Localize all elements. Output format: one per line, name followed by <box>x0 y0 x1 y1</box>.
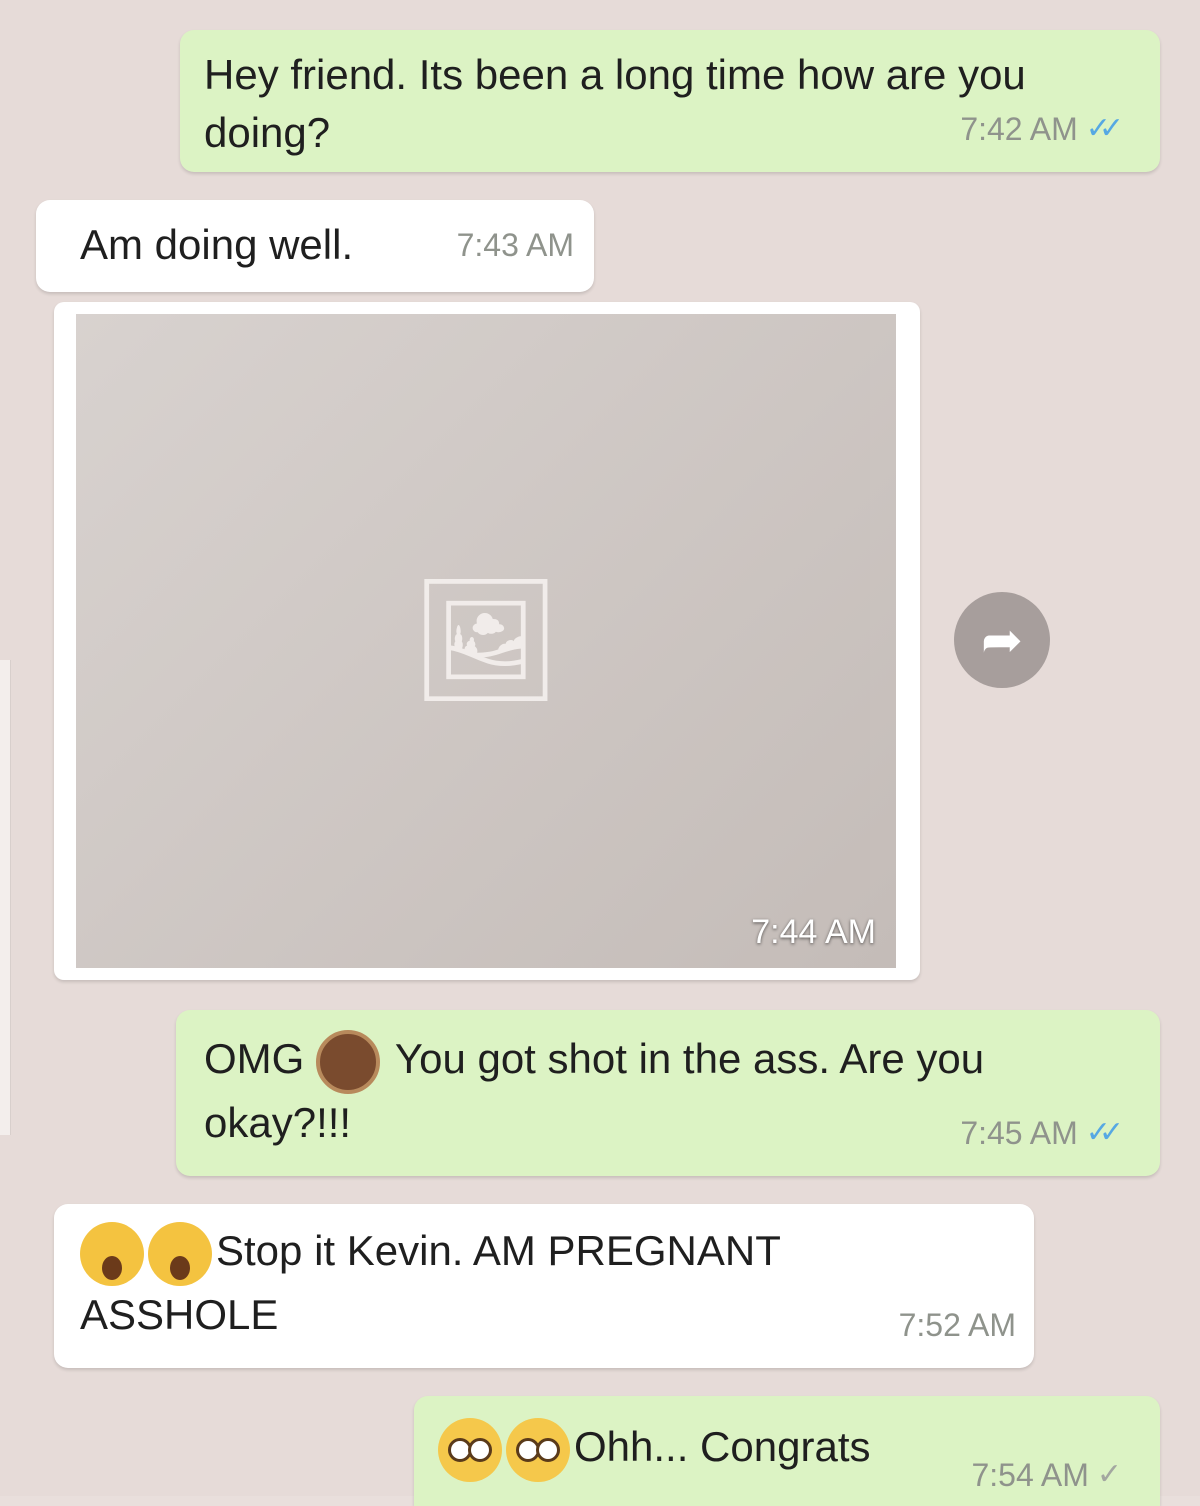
woman-emoji-icon <box>316 1030 380 1094</box>
photo-icon: 🖼 <box>409 573 563 707</box>
message-time: 7:45 AM <box>960 1115 1078 1151</box>
face-screaming-emoji-icon <box>80 1222 144 1286</box>
message-bubble-outgoing[interactable]: Ohh... Congrats 7:54 AM ✓ <box>414 1396 1160 1506</box>
message-time: 7:43 AM <box>456 227 574 263</box>
message-meta: 7:45 AM ✓✓ <box>960 1104 1124 1162</box>
message-meta: 7:54 AM ✓ <box>971 1446 1122 1504</box>
message-bubble-incoming[interactable]: Stop it Kevin. AM PREGNANT ASSHOLE 7:52 … <box>54 1204 1034 1368</box>
message-text-main: Ohh... Congrats <box>574 1423 871 1471</box>
image-placeholder[interactable]: 🖼 <box>76 314 896 968</box>
message-meta: 7:52 AM <box>899 1296 1016 1354</box>
image-message[interactable]: 🖼 7:44 AM <box>54 302 920 980</box>
message-bubble-outgoing[interactable]: Hey friend. Its been a long time how are… <box>180 30 1160 172</box>
read-ticks-icon: ✓✓ <box>1085 1116 1124 1149</box>
forward-button[interactable]: ➦ <box>954 592 1050 688</box>
message-time: 7:42 AM <box>960 111 1078 147</box>
message-bubble-outgoing[interactable]: OMG You got shot in the ass. Are you oka… <box>176 1010 1160 1176</box>
forward-icon: ➦ <box>981 612 1023 668</box>
message-time: 7:44 AM <box>751 913 876 951</box>
flushed-face-emoji-icon <box>438 1418 502 1482</box>
message-bubble-incoming[interactable]: Am doing well. 7:43 AM <box>36 200 594 292</box>
message-time: 7:54 AM <box>971 1457 1089 1493</box>
message-time: 7:52 AM <box>898 1307 1016 1343</box>
flushed-face-emoji-icon <box>506 1418 570 1482</box>
face-screaming-emoji-icon <box>148 1222 212 1286</box>
read-ticks-icon: ✓✓ <box>1085 112 1124 145</box>
chat-edge-panel <box>0 660 11 1135</box>
message-text: Stop it Kevin. AM PREGNANT ASSHOLE <box>80 1222 914 1344</box>
sent-tick-icon: ✓ <box>1096 1458 1122 1491</box>
message-text-prefix: OMG <box>204 1035 305 1083</box>
message-meta: 7:43 AM <box>457 216 574 274</box>
message-meta: 7:42 AM ✓✓ <box>960 100 1124 158</box>
